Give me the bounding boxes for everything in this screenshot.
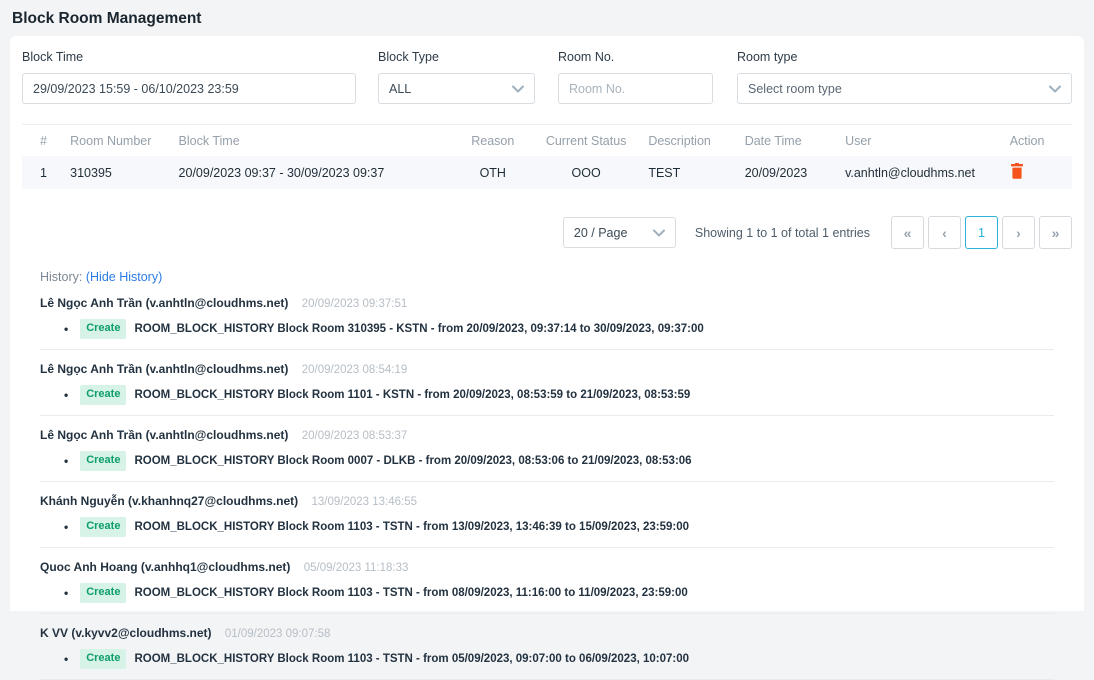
- cell-index: 1: [22, 156, 62, 189]
- block-room-table: # Room Number Block Time Reason Current …: [22, 124, 1072, 189]
- trash-icon: [1010, 167, 1024, 182]
- history-detail: ROOM_BLOCK_HISTORY Block Room 1101 - KST…: [134, 387, 690, 404]
- cell-user: v.anhtln@cloudhms.net: [837, 156, 1002, 189]
- create-badge: Create: [80, 649, 126, 669]
- create-badge: Create: [80, 583, 126, 603]
- cell-description: TEST: [640, 156, 736, 189]
- bullet-icon: •: [64, 321, 68, 338]
- col-description: Description: [640, 125, 736, 156]
- cell-current-status: OOO: [532, 156, 640, 189]
- cell-block-time: 20/09/2023 09:37 - 30/09/2023 09:37: [171, 156, 454, 189]
- history-timestamp: 01/09/2023 09:07:58: [225, 628, 331, 640]
- room-type-field: Room type Select room type: [737, 50, 1072, 104]
- history-user: Quoc Anh Hoang (v.anhhq1@cloudhms.net): [40, 560, 290, 574]
- history-user: Lê Ngọc Anh Trần (v.anhtln@cloudhms.net): [40, 296, 288, 310]
- history-timestamp: 20/09/2023 08:53:37: [302, 430, 408, 442]
- page-title: Block Room Management: [0, 0, 1094, 36]
- history-entry: Lê Ngọc Anh Trần (v.anhtln@cloudhms.net)…: [40, 416, 1054, 482]
- col-date-time: Date Time: [737, 125, 837, 156]
- block-time-input[interactable]: [22, 73, 356, 104]
- chevron-down-icon: [1049, 82, 1061, 96]
- filter-bar: Block Time Block Type ALL Room No. Room …: [22, 50, 1072, 104]
- chevron-down-icon: [653, 226, 665, 240]
- col-index: #: [22, 125, 62, 156]
- pagination-summary: Showing 1 to 1 of total 1 entries: [695, 226, 870, 240]
- page-size-select[interactable]: 20 / Page: [563, 217, 676, 248]
- current-page-button[interactable]: 1: [965, 216, 998, 249]
- prev-page-button[interactable]: ‹: [928, 216, 961, 249]
- history-timestamp: 13/09/2023 13:46:55: [312, 496, 418, 508]
- history-entry: Lê Ngọc Anh Trần (v.anhtln@cloudhms.net)…: [40, 350, 1054, 416]
- bullet-icon: •: [64, 651, 68, 668]
- room-no-field: Room No.: [558, 50, 713, 104]
- next-page-button[interactable]: ›: [1002, 216, 1035, 249]
- room-no-label: Room No.: [558, 50, 713, 64]
- col-block-time: Block Time: [171, 125, 454, 156]
- history-label: History:: [40, 270, 82, 284]
- room-no-input[interactable]: [558, 73, 713, 104]
- history-entry: Lê Ngọc Anh Trần (v.anhtln@cloudhms.net)…: [40, 284, 1054, 350]
- hide-history-link[interactable]: (Hide History): [86, 270, 162, 284]
- history-detail: ROOM_BLOCK_HISTORY Block Room 1103 - TST…: [134, 519, 689, 536]
- table-row: 1 310395 20/09/2023 09:37 - 30/09/2023 0…: [22, 156, 1072, 189]
- block-type-label: Block Type: [378, 50, 535, 64]
- create-badge: Create: [80, 385, 126, 405]
- history-section: History: (Hide History) Lê Ngọc Anh Trần…: [22, 270, 1072, 680]
- history-entry: K VV (v.kyvv2@cloudhms.net) 01/09/2023 0…: [40, 614, 1054, 680]
- col-action: Action: [1002, 125, 1072, 156]
- cell-date-time: 20/09/2023: [737, 156, 837, 189]
- chevron-down-icon: [512, 82, 524, 96]
- create-badge: Create: [80, 451, 126, 471]
- history-timestamp: 20/09/2023 08:54:19: [302, 364, 408, 376]
- bullet-icon: •: [64, 387, 68, 404]
- block-time-field: Block Time: [22, 50, 356, 104]
- block-type-field: Block Type ALL: [378, 50, 535, 104]
- room-type-select[interactable]: Select room type: [737, 73, 1072, 104]
- history-detail: ROOM_BLOCK_HISTORY Block Room 310395 - K…: [134, 321, 703, 338]
- cell-reason: OTH: [454, 156, 532, 189]
- col-user: User: [837, 125, 1002, 156]
- cell-room-number: 310395: [62, 156, 170, 189]
- bullet-icon: •: [64, 453, 68, 470]
- room-type-value: Select room type: [748, 82, 842, 96]
- block-type-select[interactable]: ALL: [378, 73, 535, 104]
- block-time-label: Block Time: [22, 50, 356, 64]
- table-header-row: # Room Number Block Time Reason Current …: [22, 125, 1072, 156]
- col-room-number: Room Number: [62, 125, 170, 156]
- history-timestamp: 20/09/2023 09:37:51: [302, 298, 408, 310]
- create-badge: Create: [80, 319, 126, 339]
- history-detail: ROOM_BLOCK_HISTORY Block Room 1103 - TST…: [134, 585, 687, 602]
- content-card: Block Time Block Type ALL Room No. Room …: [10, 36, 1084, 611]
- history-detail: ROOM_BLOCK_HISTORY Block Room 0007 - DLK…: [134, 453, 691, 470]
- history-user: Khánh Nguyễn (v.khanhnq27@cloudhms.net): [40, 494, 298, 508]
- history-user: Lê Ngọc Anh Trần (v.anhtln@cloudhms.net): [40, 362, 288, 376]
- page-size-value: 20 / Page: [574, 226, 628, 240]
- history-entry: Quoc Anh Hoang (v.anhhq1@cloudhms.net) 0…: [40, 548, 1054, 614]
- bullet-icon: •: [64, 585, 68, 602]
- last-page-button[interactable]: »: [1039, 216, 1072, 249]
- delete-row-button[interactable]: [1010, 163, 1024, 179]
- first-page-button[interactable]: «: [891, 216, 924, 249]
- bullet-icon: •: [64, 519, 68, 536]
- col-current-status: Current Status: [532, 125, 640, 156]
- history-user: Lê Ngọc Anh Trần (v.anhtln@cloudhms.net): [40, 428, 288, 442]
- pager: « ‹ 1 › »: [887, 216, 1072, 249]
- history-entry: Khánh Nguyễn (v.khanhnq27@cloudhms.net) …: [40, 482, 1054, 548]
- room-type-label: Room type: [737, 50, 1072, 64]
- block-type-value: ALL: [389, 82, 411, 96]
- pagination-bar: 20 / Page Showing 1 to 1 of total 1 entr…: [22, 216, 1072, 249]
- history-timestamp: 05/09/2023 11:18:33: [304, 562, 409, 574]
- history-user: K VV (v.kyvv2@cloudhms.net): [40, 626, 212, 640]
- history-detail: ROOM_BLOCK_HISTORY Block Room 1103 - TST…: [134, 651, 689, 668]
- create-badge: Create: [80, 517, 126, 537]
- col-reason: Reason: [454, 125, 532, 156]
